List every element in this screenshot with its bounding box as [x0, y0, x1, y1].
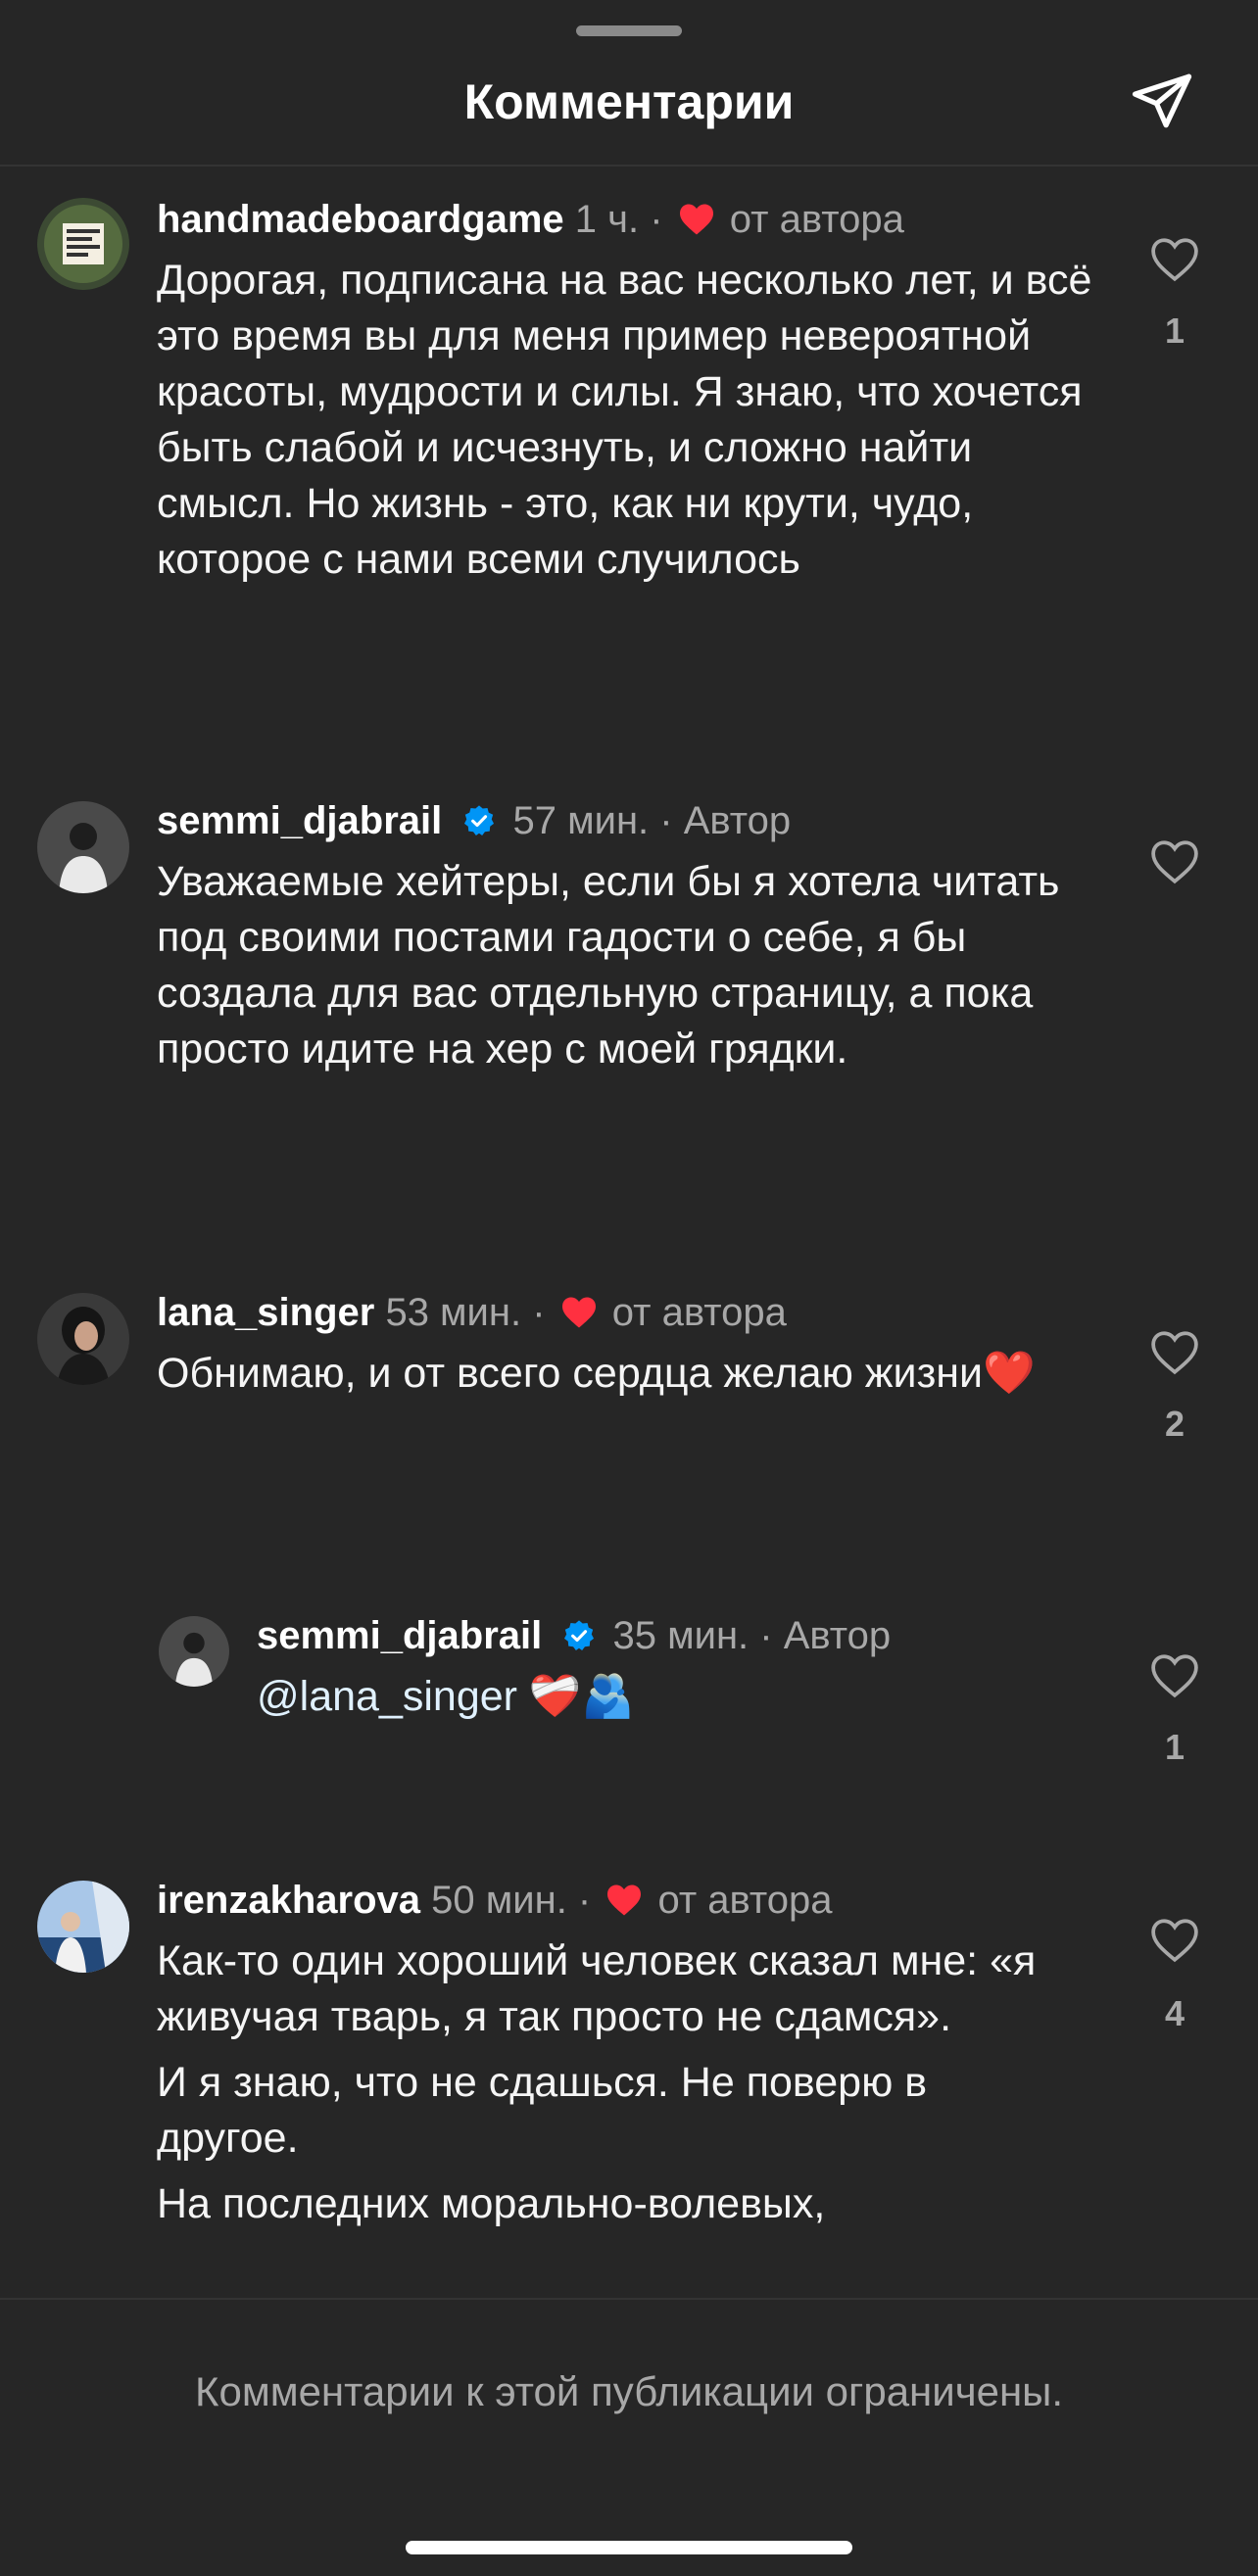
avatar[interactable] — [37, 1293, 129, 1385]
comments-restricted-notice: Комментарии к этой публикации ограничены… — [195, 2368, 1063, 2414]
like-count: 2 — [1164, 1404, 1185, 1444]
username[interactable]: semmi_djabrail — [257, 1614, 542, 1657]
avatar[interactable] — [159, 1616, 229, 1687]
comment-paragraph: Обнимаю, и от всего сердца желаю жизни❤️ — [157, 1350, 1036, 1397]
like-heart-icon[interactable] — [1150, 237, 1199, 282]
comment-time: 1 ч. · — [574, 198, 663, 241]
like-heart-icon[interactable] — [1150, 1918, 1199, 1963]
comment-paragraph: И я знаю, что не сдашься. Не поверю в др… — [157, 2059, 928, 2162]
username[interactable]: semmi_djabrail — [157, 799, 442, 842]
profile-photo-icon — [37, 1293, 129, 1385]
red-heart-icon — [679, 204, 713, 235]
home-indicator[interactable] — [406, 2541, 852, 2554]
like-heart-icon[interactable] — [1150, 839, 1199, 884]
sheet-drag-handle[interactable] — [576, 25, 682, 36]
send-paper-plane-icon[interactable] — [1127, 69, 1197, 133]
comments-footer: Комментарии к этой публикации ограничены… — [0, 2298, 1258, 2576]
username[interactable]: lana_singer — [157, 1291, 374, 1334]
comment-text: Дорогая, подписана на вас несколько лет,… — [157, 253, 1107, 597]
like-heart-icon[interactable] — [1150, 1653, 1199, 1698]
author-liked-badge: от автора — [657, 1879, 833, 1922]
comment-time: 57 мин. · Автор — [512, 799, 792, 842]
author-liked-badge: от автора — [729, 198, 904, 241]
comment-text: Обнимаю, и от всего сердца желаю жизни❤️ — [157, 1346, 1039, 1411]
verified-badge-icon — [464, 805, 495, 836]
emoji-text: ❤️‍🩹🫂 — [516, 1673, 635, 1720]
comment-meta: lana_singer 53 мин. · от автора — [157, 1287, 787, 1338]
handmade-logo-icon — [37, 198, 129, 290]
red-heart-icon — [607, 1884, 642, 1916]
username[interactable]: irenzakharova — [157, 1879, 420, 1922]
comment-text: Как-то один хороший человек сказал мне: … — [157, 1933, 1068, 2242]
avatar[interactable] — [37, 198, 129, 290]
comment-text: @lana_singer ❤️‍🩹🫂 — [257, 1669, 1040, 1725]
profile-photo-icon — [159, 1616, 229, 1687]
comments-header: Комментарии — [0, 0, 1258, 167]
comment-paragraph: Как-то один хороший человек сказал мне: … — [157, 1937, 1037, 2040]
like-heart-icon[interactable] — [1150, 1330, 1199, 1375]
author-liked-badge: от автора — [611, 1291, 787, 1334]
comment-meta: irenzakharova 50 мин. · от автора — [157, 1875, 833, 1926]
comment-text: Уважаемые хейтеры, если бы я хотела чита… — [157, 854, 1078, 1087]
verified-badge-icon — [564, 1620, 595, 1651]
red-heart-icon — [561, 1297, 596, 1328]
comment-time: 53 мин. · — [385, 1291, 546, 1334]
comment-meta: semmi_djabrail 57 мин. · Автор — [157, 795, 791, 846]
comment-paragraph: Уважаемые хейтеры, если бы я хотела чита… — [157, 858, 1060, 1073]
comment-time: 50 мин. · — [431, 1879, 592, 1922]
comment-paragraph: Дорогая, подписана на вас несколько лет,… — [157, 257, 1092, 583]
username[interactable]: handmadeboardgame — [157, 198, 564, 241]
profile-photo-icon — [37, 1881, 129, 1973]
comment-paragraph: На последних морально-волевых, — [157, 2180, 826, 2227]
page-title: Комментарии — [463, 74, 795, 129]
comment-time: 35 мин. · Автор — [612, 1614, 892, 1657]
comment-meta: handmadeboardgame 1 ч. · от автора — [157, 194, 904, 245]
avatar[interactable] — [37, 801, 129, 893]
profile-photo-icon — [37, 801, 129, 893]
like-count: 1 — [1164, 310, 1185, 351]
comment-meta: semmi_djabrail 35 мин. · Автор — [257, 1610, 891, 1661]
mention-link[interactable]: @lana_singer — [257, 1673, 517, 1720]
like-count: 4 — [1164, 1993, 1185, 2033]
avatar[interactable] — [37, 1881, 129, 1973]
like-count: 1 — [1164, 1727, 1185, 1767]
